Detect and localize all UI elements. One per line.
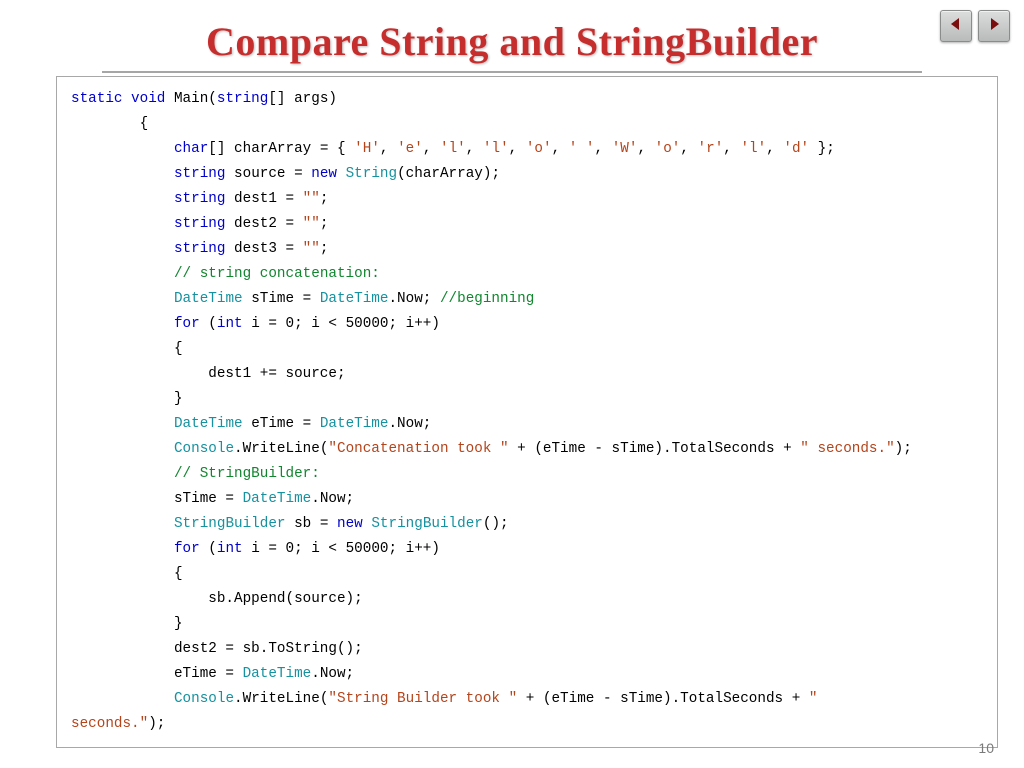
page-number: 10 (978, 740, 994, 756)
prev-arrow-icon (948, 16, 964, 37)
slide: Compare String and StringBuilder static … (0, 0, 1024, 768)
nav-buttons (940, 10, 1010, 42)
code-block: static void Main(string[] args) { char[]… (71, 87, 983, 737)
title-underline (102, 71, 922, 73)
next-button[interactable] (978, 10, 1010, 42)
next-arrow-icon (986, 16, 1002, 37)
code-container: static void Main(string[] args) { char[]… (56, 76, 998, 748)
prev-button[interactable] (940, 10, 972, 42)
slide-title: Compare String and StringBuilder (0, 0, 1024, 65)
